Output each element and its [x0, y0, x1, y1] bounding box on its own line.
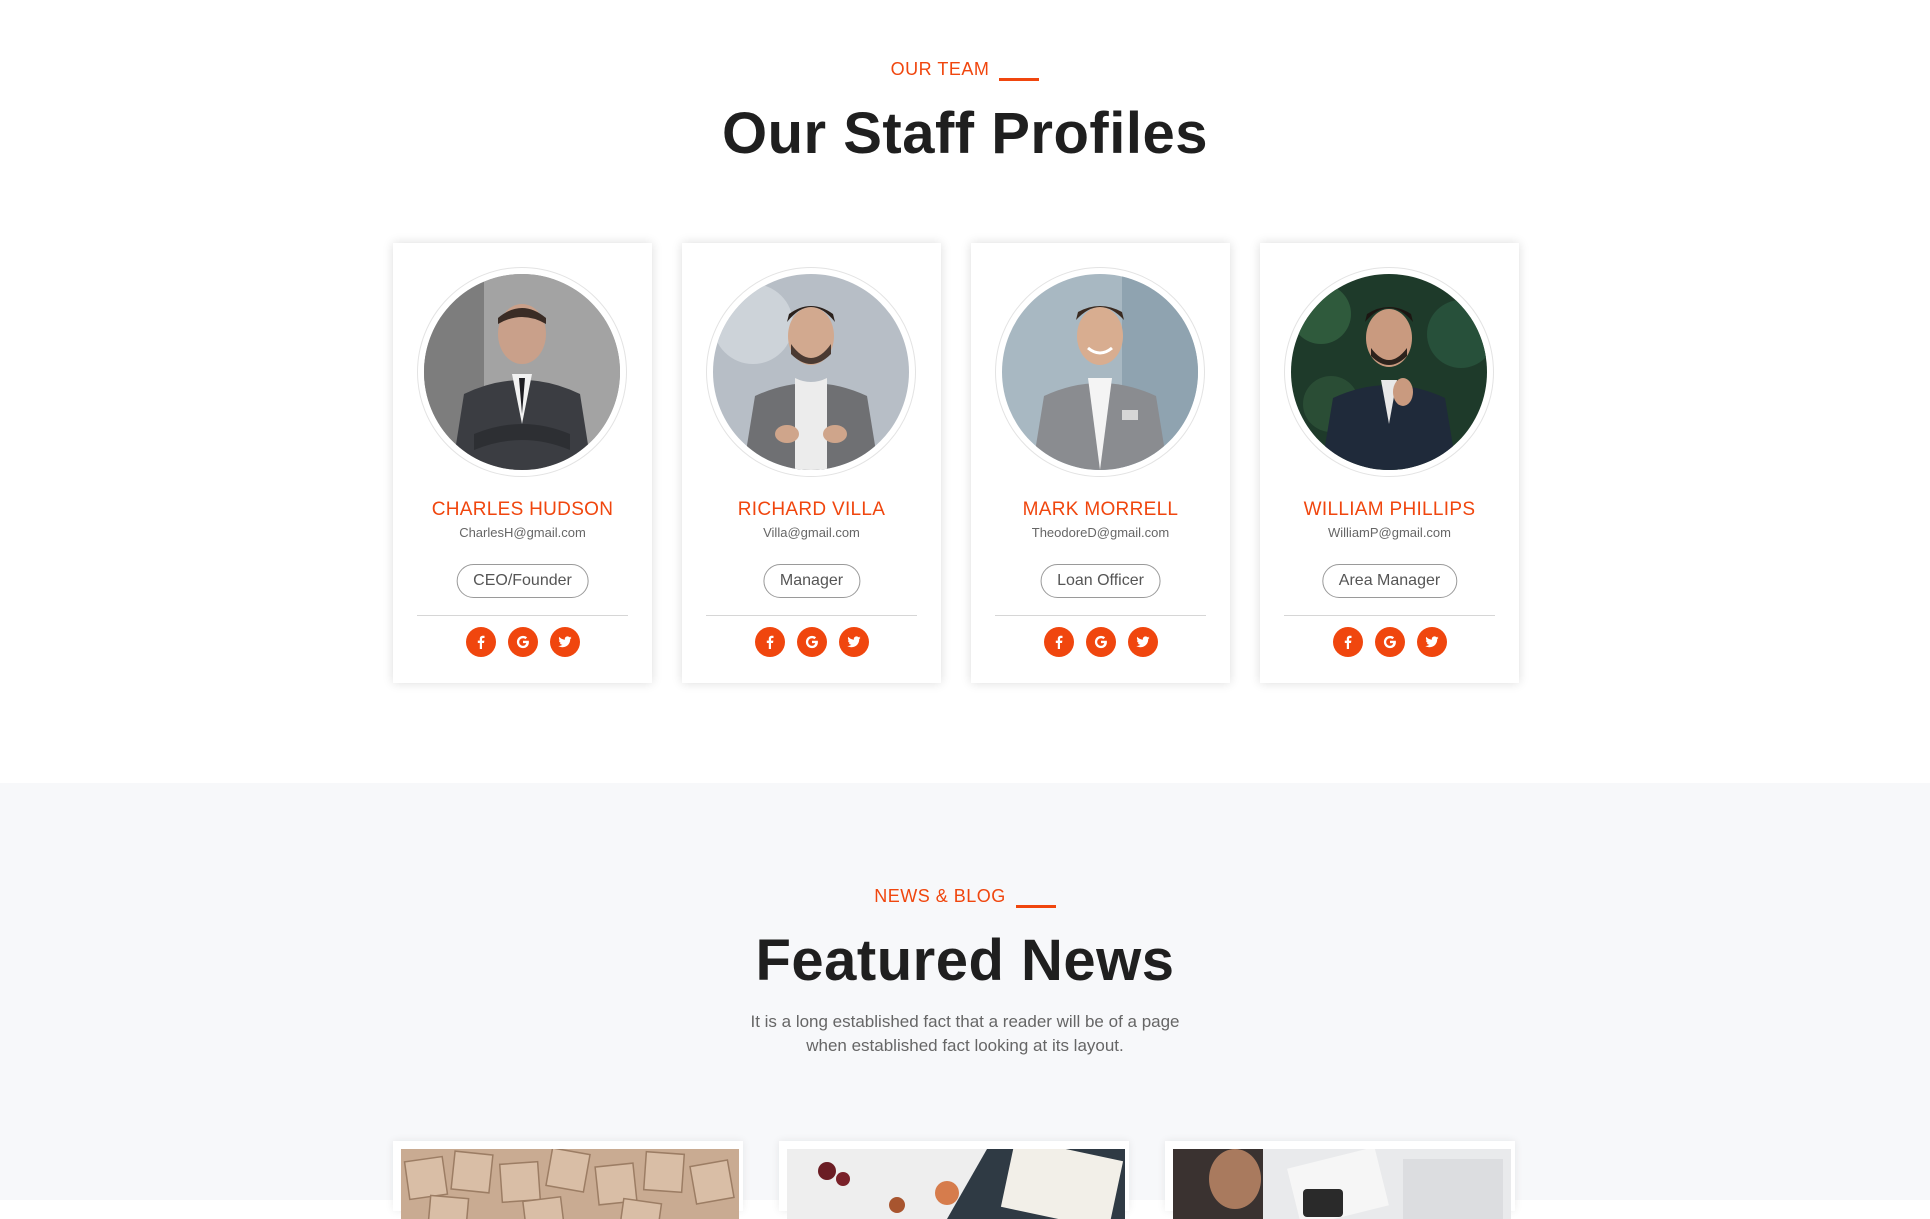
staff-email[interactable]: Villa@gmail.com	[682, 525, 941, 540]
card-divider	[1284, 615, 1495, 616]
desk-flatlay-image	[787, 1149, 1125, 1219]
twitter-icon[interactable]	[549, 627, 580, 657]
staff-photo	[424, 274, 620, 470]
staff-role-badge: Manager	[762, 564, 861, 598]
office-work-image	[1173, 1149, 1511, 1219]
google-icon[interactable]	[1085, 627, 1116, 657]
facebook-icon[interactable]	[1332, 627, 1363, 657]
team-eyebrow-label: OUR TEAM	[890, 59, 990, 79]
news-subtitle: It is a long established fact that a rea…	[0, 1010, 1930, 1058]
staff-name: CHARLES HUDSON	[431, 499, 614, 520]
staff-cards: CHARLES HUDSON CharlesH@gmail.com CEO/Fo…	[393, 243, 1520, 683]
google-icon[interactable]	[1374, 627, 1405, 657]
eyebrow-dash	[999, 78, 1040, 81]
avatar	[1002, 274, 1198, 470]
news-section: NEWS & BLOG Featured News It is a long e…	[0, 783, 1930, 1219]
news-post-card[interactable]	[1165, 1141, 1515, 1219]
staff-card: CHARLES HUDSON CharlesH@gmail.com CEO/Fo…	[393, 243, 652, 683]
social-links	[393, 627, 652, 657]
avatar-ring	[1284, 267, 1494, 477]
staff-role-badge: CEO/Founder	[456, 564, 589, 598]
news-subtitle-line: when established fact looking at its lay…	[806, 1036, 1124, 1055]
avatar-ring	[995, 267, 1205, 477]
staff-photo	[1291, 274, 1487, 470]
news-eyebrow: NEWS & BLOG	[0, 886, 1930, 908]
twitter-icon[interactable]	[838, 627, 869, 657]
news-posts	[393, 1141, 1520, 1219]
staff-name: MARK MORRELL	[1022, 499, 1179, 520]
facebook-icon[interactable]	[754, 627, 785, 657]
news-eyebrow-label: NEWS & BLOG	[874, 886, 1006, 906]
team-eyebrow: OUR TEAM	[0, 59, 1930, 81]
avatar	[713, 274, 909, 470]
card-divider	[995, 615, 1206, 616]
staff-card: WILLIAM PHILLIPS WilliamP@gmail.com Area…	[1260, 243, 1519, 683]
wooden-blocks-image	[401, 1149, 739, 1219]
avatar	[1291, 274, 1487, 470]
staff-name: WILLIAM PHILLIPS	[1303, 499, 1476, 520]
social-links	[971, 627, 1230, 657]
twitter-icon[interactable]	[1127, 627, 1158, 657]
news-post-image[interactable]	[401, 1149, 739, 1219]
avatar	[424, 274, 620, 470]
news-post-image[interactable]	[787, 1149, 1125, 1219]
staff-role-badge: Area Manager	[1321, 564, 1458, 598]
staff-card: RICHARD VILLA Villa@gmail.com Manager	[682, 243, 941, 683]
staff-photo	[1002, 274, 1198, 470]
news-post-card[interactable]	[393, 1141, 743, 1219]
news-post-image[interactable]	[1173, 1149, 1511, 1219]
staff-role-badge: Loan Officer	[1040, 564, 1161, 598]
staff-card: MARK MORRELL TheodoreD@gmail.com Loan Of…	[971, 243, 1230, 683]
news-post-card[interactable]	[779, 1141, 1129, 1219]
card-divider	[706, 615, 917, 616]
eyebrow-dash	[1015, 905, 1056, 908]
news-heading: Featured News	[755, 928, 1175, 993]
google-icon[interactable]	[507, 627, 538, 657]
staff-email[interactable]: WilliamP@gmail.com	[1260, 525, 1519, 540]
staff-email[interactable]: CharlesH@gmail.com	[393, 525, 652, 540]
staff-name: RICHARD VILLA	[737, 499, 886, 520]
avatar-ring	[706, 267, 916, 477]
news-subtitle-line: It is a long established fact that a rea…	[750, 1012, 1180, 1031]
facebook-icon[interactable]	[1043, 627, 1074, 657]
social-links	[682, 627, 941, 657]
team-heading: Our Staff Profiles	[722, 101, 1208, 166]
staff-email[interactable]: TheodoreD@gmail.com	[971, 525, 1230, 540]
social-links	[1260, 627, 1519, 657]
staff-photo	[713, 274, 909, 470]
avatar-ring	[417, 267, 627, 477]
twitter-icon[interactable]	[1416, 627, 1447, 657]
card-divider	[417, 615, 628, 616]
google-icon[interactable]	[796, 627, 827, 657]
team-section: OUR TEAM Our Staff Profiles CHARLES HUDS…	[0, 0, 1930, 783]
facebook-icon[interactable]	[465, 627, 496, 657]
